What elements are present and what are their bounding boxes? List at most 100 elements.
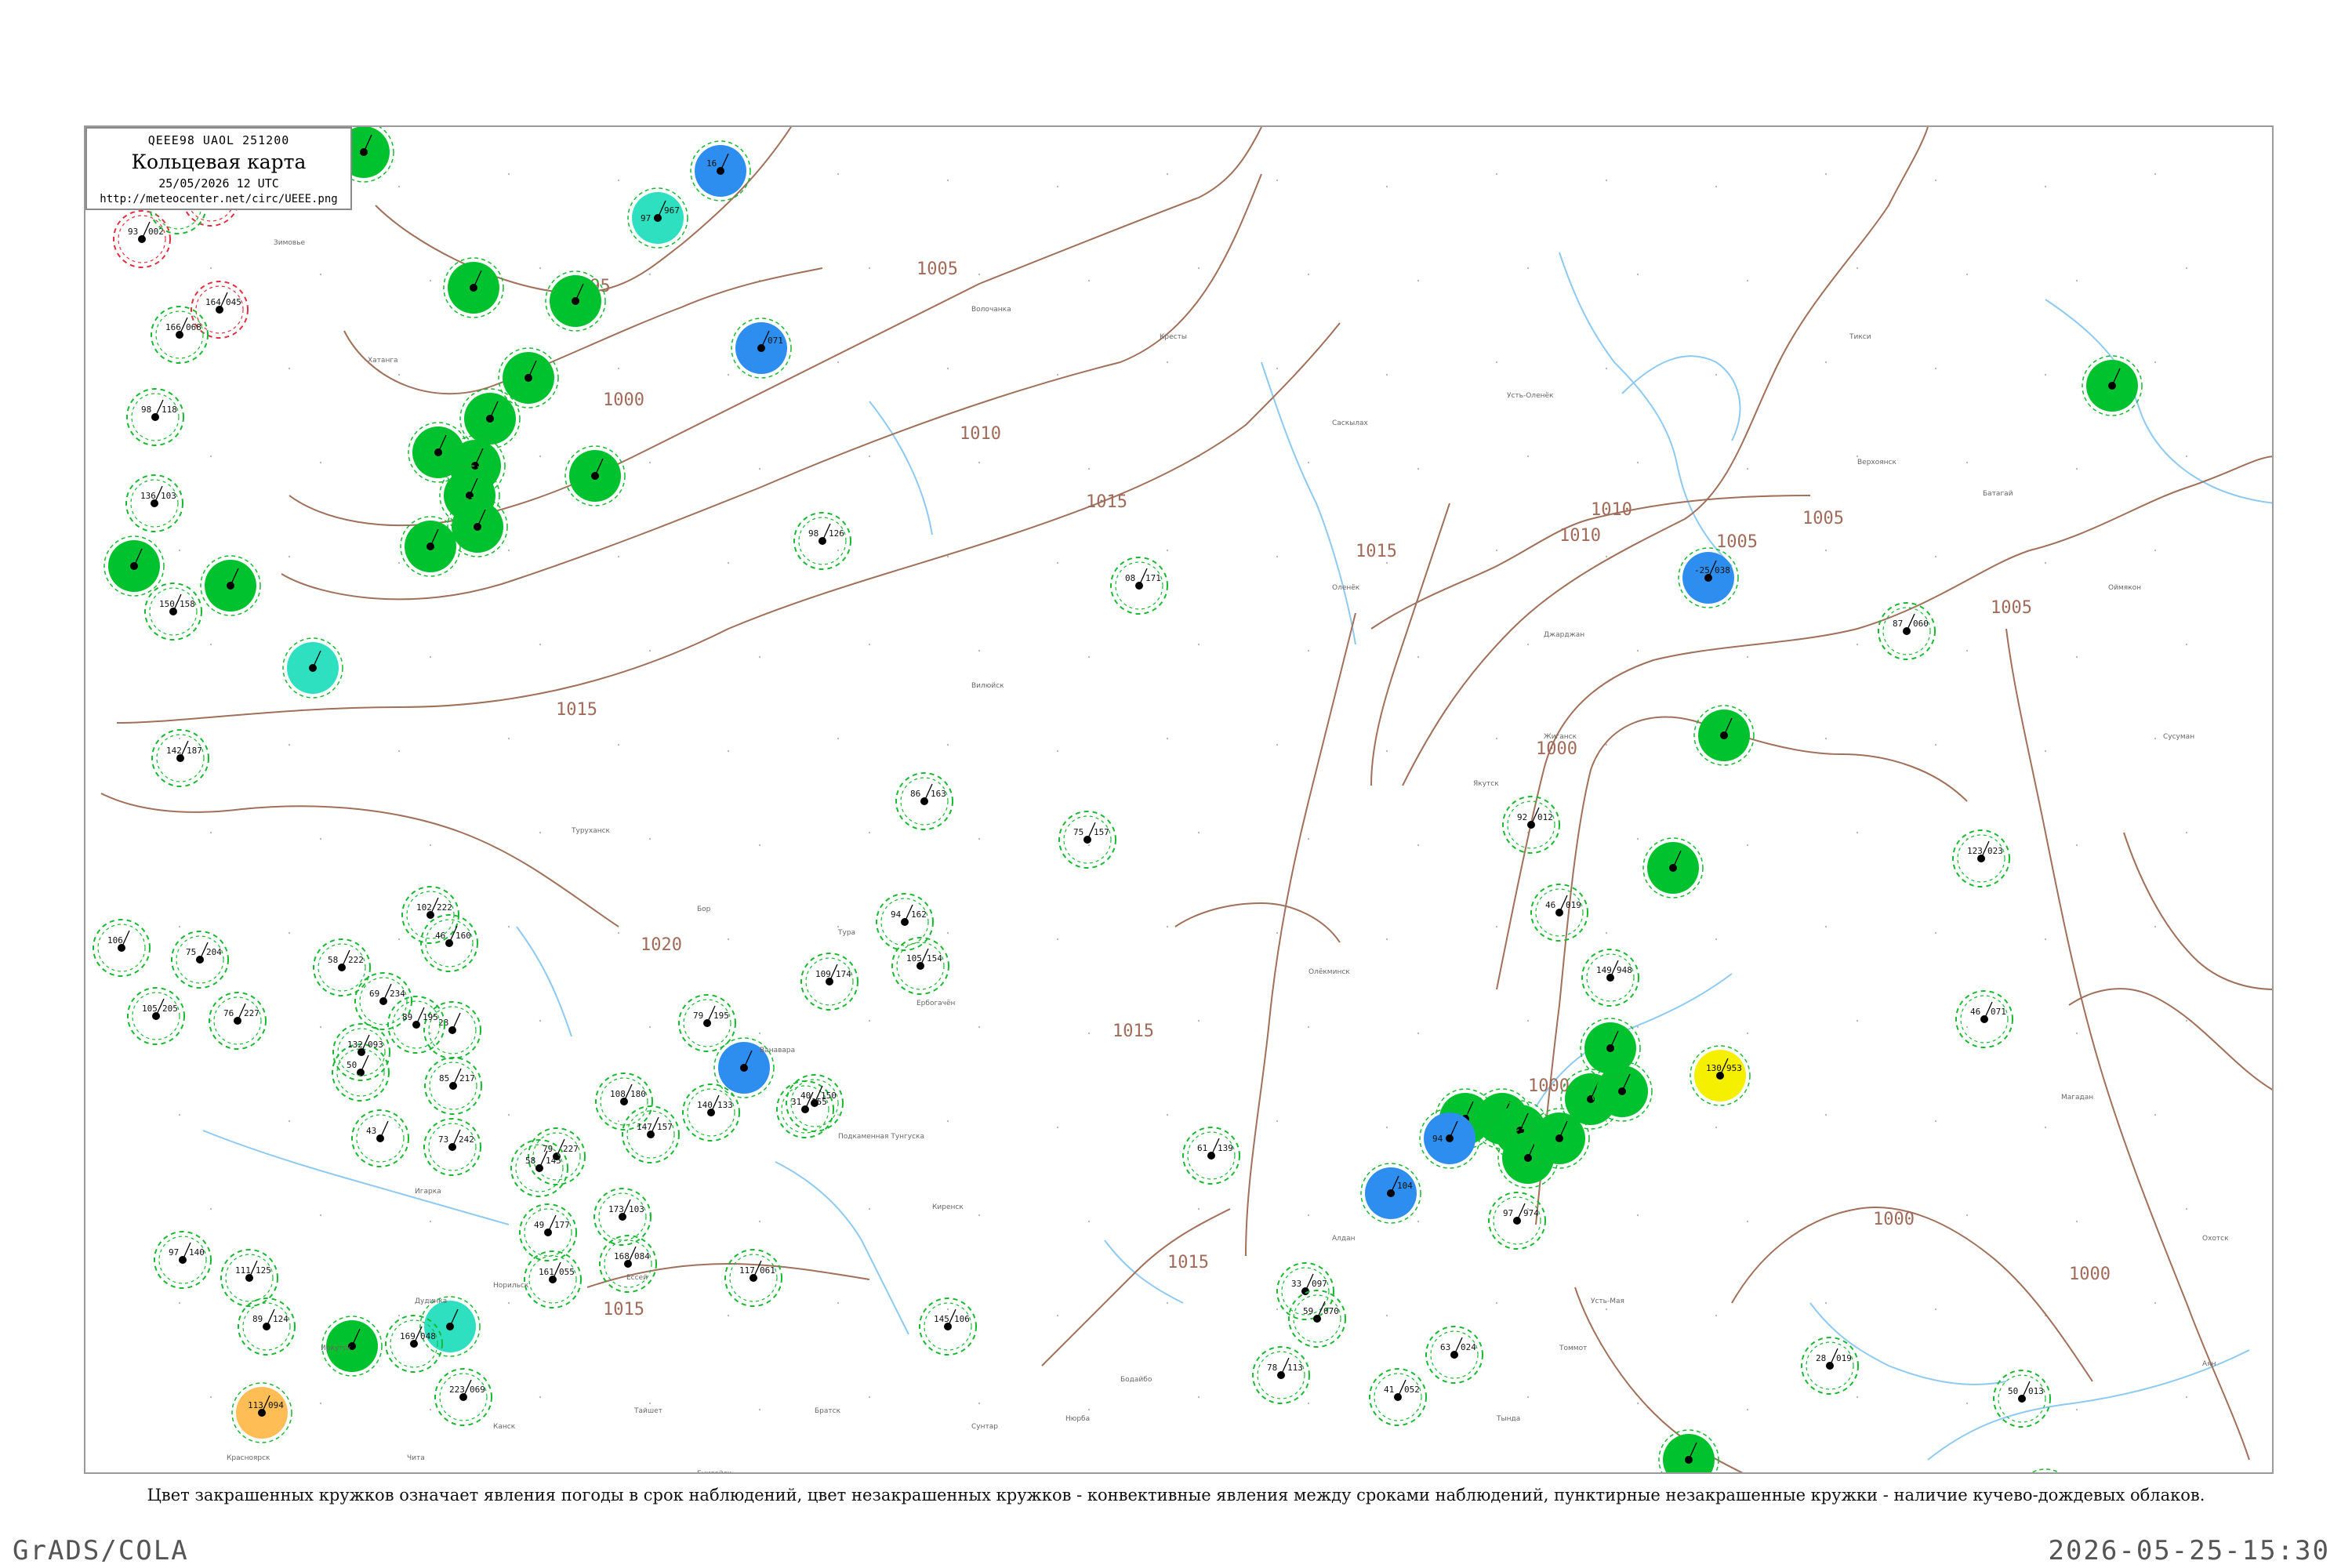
graticule-dot: [1417, 467, 1420, 470]
station-marker[interactable]: 106: [93, 919, 151, 977]
station-marker[interactable]: 08 171: [1110, 557, 1168, 615]
station-marker[interactable]: -25 038: [1678, 547, 1739, 608]
station-marker[interactable]: 75 157: [1058, 811, 1116, 869]
station-marker[interactable]: 147 157: [622, 1105, 680, 1163]
graticule-dot: [946, 743, 949, 746]
station-marker[interactable]: 76024: [2016, 1468, 2075, 1474]
station-marker[interactable]: 173 103: [593, 1188, 652, 1246]
station-marker[interactable]: 071: [731, 318, 792, 379]
graticule-dot: [648, 649, 652, 652]
station-marker[interactable]: 93 002: [113, 210, 171, 268]
graticule-dot: [209, 1207, 212, 1210]
station-marker[interactable]: 136 103: [125, 474, 183, 532]
station-marker[interactable]: 109 174: [800, 953, 858, 1011]
station-marker[interactable]: 85 217: [424, 1057, 482, 1115]
station-marker[interactable]: [1580, 1018, 1641, 1079]
station-temp: 111: [235, 1265, 251, 1276]
station-marker[interactable]: 46 071: [1955, 990, 2013, 1048]
station-marker[interactable]: 113 094: [231, 1382, 292, 1443]
isobar-label: 1000: [1536, 739, 1577, 759]
station-marker[interactable]: [1658, 1429, 1719, 1474]
station-marker[interactable]: 76 227: [209, 992, 267, 1050]
station-pressure: 124: [273, 1314, 289, 1324]
station-marker[interactable]: 78 113: [1252, 1346, 1310, 1404]
graticule-dot: [1746, 1220, 1749, 1223]
station-temp: 58: [525, 1156, 535, 1166]
station-marker[interactable]: [2082, 355, 2143, 416]
station-marker[interactable]: 97 140: [154, 1231, 212, 1289]
station-marker[interactable]: 111 125: [220, 1249, 278, 1307]
station-name: Тында: [1496, 1415, 1520, 1423]
station-temp: 69: [369, 989, 379, 999]
station-humidity: 97: [641, 213, 651, 223]
station-temp: 94: [891, 909, 902, 920]
station-temp: 93: [128, 227, 138, 237]
isobar-label: 1005: [916, 260, 958, 279]
graticule-dot: [648, 273, 652, 276]
graticule-dot: [1385, 373, 1388, 376]
station-marker[interactable]: 140 133: [682, 1083, 740, 1142]
station-marker[interactable]: 58 145: [510, 1139, 568, 1197]
station-marker[interactable]: [545, 270, 606, 332]
station-pressure: 038: [1715, 565, 1730, 575]
station-marker[interactable]: [1693, 705, 1755, 766]
station-marker[interactable]: [282, 637, 343, 699]
station-marker[interactable]: 98 118: [126, 388, 184, 446]
station-temp: 147: [637, 1122, 652, 1132]
station-marker[interactable]: 92 012: [1502, 796, 1560, 854]
station-marker[interactable]: [419, 1296, 481, 1357]
station-marker[interactable]: 16: [690, 140, 751, 201]
station-marker[interactable]: 89 195: [387, 996, 445, 1054]
station-marker[interactable]: [498, 347, 559, 408]
station-marker[interactable]: 58 222: [313, 938, 371, 996]
graticule-dot: [209, 1019, 212, 1022]
station-marker[interactable]: [564, 445, 626, 506]
station-marker[interactable]: 150 158: [144, 583, 202, 641]
station-marker[interactable]: [1642, 837, 1704, 898]
station-temp: 16: [706, 158, 717, 169]
station-marker[interactable]: 43: [351, 1109, 409, 1167]
station-marker[interactable]: 145 106: [919, 1298, 977, 1356]
station-marker[interactable]: 75 204: [171, 931, 229, 989]
station-marker[interactable]: 123 023: [1952, 829, 2010, 887]
station-marker[interactable]: 63 024: [1425, 1326, 1483, 1384]
station-marker[interactable]: 28 019: [1801, 1337, 1859, 1395]
station-marker[interactable]: [200, 555, 261, 616]
station-marker[interactable]: 149 948: [1581, 949, 1639, 1007]
station-marker[interactable]: 166 068: [151, 306, 209, 364]
graticule-dot: [2154, 1301, 2157, 1305]
station-temp: 89: [402, 1012, 412, 1022]
graticule-dot: [1417, 1032, 1420, 1035]
station-pressure: 061: [760, 1265, 775, 1276]
graticule-dot: [1934, 1308, 1937, 1311]
station-marker[interactable]: [400, 516, 461, 577]
station-marker[interactable]: 94: [1419, 1108, 1480, 1169]
station-marker[interactable]: [447, 496, 508, 557]
station-marker[interactable]: 97 967: [627, 187, 688, 249]
station-marker[interactable]: [443, 257, 504, 318]
station-marker[interactable]: 130 953: [1690, 1045, 1751, 1106]
station-temp: 86: [910, 789, 920, 799]
station-marker[interactable]: 104: [1360, 1163, 1421, 1224]
station-marker[interactable]: 161 055: [524, 1250, 582, 1308]
station-marker[interactable]: 98 126: [793, 512, 851, 570]
station-marker[interactable]: [103, 535, 165, 597]
graticule-dot: [429, 279, 432, 282]
station-fill: [1663, 1434, 1715, 1472]
isobar-label: 1015: [1086, 492, 1127, 512]
river-path: [1559, 252, 1733, 567]
station-marker[interactable]: 46 019: [1530, 884, 1588, 942]
map-url[interactable]: http://meteocenter.net/circ/UEEE.png: [87, 193, 350, 205]
station-marker[interactable]: 28: [423, 1001, 481, 1059]
graticule-dot: [1746, 655, 1749, 659]
station-marker[interactable]: 49 177: [519, 1203, 577, 1261]
station-marker[interactable]: 41 052: [1369, 1368, 1427, 1426]
graticule-dot: [1965, 649, 1969, 652]
station-marker[interactable]: 223 069: [434, 1368, 492, 1426]
station-marker[interactable]: 86 163: [895, 772, 953, 830]
station-marker[interactable]: 105 205: [127, 987, 185, 1045]
station-marker[interactable]: 117 061: [724, 1249, 782, 1307]
station-marker[interactable]: 61 139: [1182, 1127, 1240, 1185]
station-marker[interactable]: 73 242: [423, 1118, 481, 1176]
graticule-dot: [727, 373, 730, 376]
